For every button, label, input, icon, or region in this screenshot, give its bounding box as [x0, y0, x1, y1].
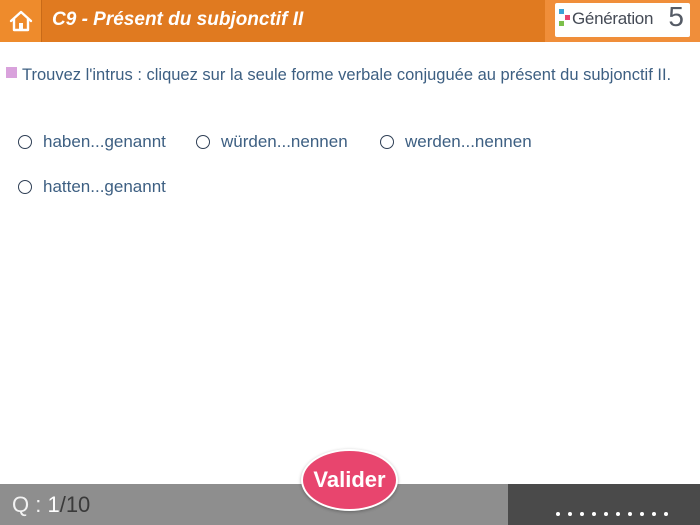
choice-label: würden...nennen: [221, 132, 348, 151]
question-navigator: [508, 484, 700, 525]
counter-total: /10: [59, 492, 91, 517]
home-icon: [9, 10, 32, 32]
validate-button[interactable]: Valider: [301, 449, 398, 511]
page-dot[interactable]: [580, 512, 584, 516]
top-bar: C9 - Présent du subjonctif II Génération…: [0, 0, 700, 42]
question-text: Trouvez l'intrus : cliquez sur la seule …: [22, 66, 672, 84]
page-dot[interactable]: [592, 512, 596, 516]
home-button[interactable]: [0, 0, 42, 42]
choice-label: werden...nennen: [405, 132, 532, 151]
choice-haben-genannt[interactable]: haben...genannt: [18, 132, 166, 152]
page-dot[interactable]: [628, 512, 632, 516]
brand-text: Génération: [572, 9, 654, 28]
page-title: C9 - Présent du subjonctif II: [52, 9, 304, 30]
choice-label: hatten...genannt: [43, 177, 166, 196]
page-dot[interactable]: [664, 512, 668, 516]
question-bullet-icon: [6, 67, 17, 78]
page-dot[interactable]: [616, 512, 620, 516]
question: Trouvez l'intrus : cliquez sur la seule …: [6, 62, 686, 88]
counter-current: 1: [47, 492, 60, 517]
page-dot[interactable]: [556, 512, 560, 516]
logo-squares-icon: [559, 9, 570, 31]
choice-werden-nennen[interactable]: werden...nennen: [380, 132, 532, 152]
radio-button[interactable]: [196, 135, 210, 149]
page-dot[interactable]: [604, 512, 608, 516]
choice-hatten-genannt[interactable]: hatten...genannt: [18, 177, 166, 197]
page-dot[interactable]: [652, 512, 656, 516]
brand-number: 5: [668, 1, 684, 32]
page-dot[interactable]: [640, 512, 644, 516]
radio-button[interactable]: [380, 135, 394, 149]
question-counter: Q : 1/10: [12, 492, 90, 518]
counter-prefix: Q :: [12, 492, 48, 517]
brand-logo: Génération 5: [545, 0, 700, 42]
choice-wurden-nennen[interactable]: würden...nennen: [196, 132, 348, 152]
radio-button[interactable]: [18, 135, 32, 149]
page-dots: [556, 512, 668, 516]
radio-button[interactable]: [18, 180, 32, 194]
choice-label: haben...genannt: [43, 132, 166, 151]
page-dot[interactable]: [568, 512, 572, 516]
